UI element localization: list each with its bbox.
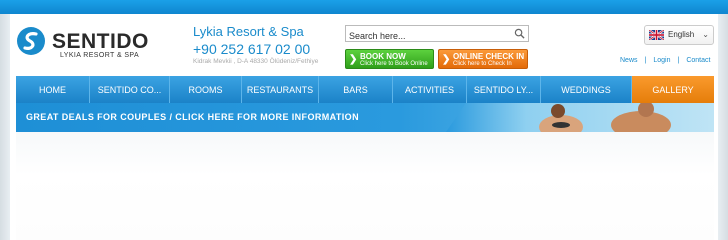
- check-in-label: ONLINE CHECK IN: [453, 52, 525, 61]
- chevron-down-icon: ⌄: [702, 30, 709, 39]
- logo-subtitle: LYKIA RESORT & SPA: [60, 52, 140, 59]
- search-icon[interactable]: [514, 28, 525, 39]
- promo-banner-text: GREAT DEALS FOR COUPLES / CLICK HERE FOR…: [26, 112, 359, 122]
- nav-item-home[interactable]: HOME: [16, 76, 90, 103]
- online-check-in-button[interactable]: ❯ ONLINE CHECK IN Click here to Check In: [438, 49, 528, 69]
- language-label: English: [668, 30, 695, 39]
- nav-item-rooms[interactable]: ROOMS: [170, 76, 242, 103]
- login-link[interactable]: Login: [653, 57, 670, 64]
- site-logo[interactable]: SENTIDO LYKIA RESORT & SPA: [16, 26, 156, 62]
- promo-banner[interactable]: GREAT DEALS FOR COUPLES / CLICK HERE FOR…: [16, 103, 714, 132]
- book-now-sublabel: Click here to Book Online: [360, 61, 428, 67]
- nav-item-sentido-ly[interactable]: SENTIDO LY...: [467, 76, 541, 103]
- news-link[interactable]: News: [620, 57, 638, 64]
- nav-item-sentido-co[interactable]: SENTIDO CO...: [90, 76, 170, 103]
- page-left-edge: [0, 14, 10, 240]
- resort-address: Kidrak Mevkii , D-A 48330 Ölüdeniz/Fethi…: [193, 58, 319, 65]
- page-right-edge: [718, 14, 728, 240]
- window-top-strip: [0, 0, 728, 14]
- logo-wordmark: SENTIDO: [52, 30, 149, 53]
- separator: |: [677, 57, 680, 64]
- search-input[interactable]: [346, 28, 506, 44]
- page-container: SENTIDO LYKIA RESORT & SPA Lykia Resort …: [10, 14, 718, 240]
- contact-link[interactable]: Contact: [686, 57, 710, 64]
- main-nav: HOME SENTIDO CO... ROOMS RESTAURANTS BAR…: [16, 76, 714, 103]
- nav-item-weddings[interactable]: WEDDINGS: [541, 76, 632, 103]
- nav-item-restaurants[interactable]: RESTAURANTS: [242, 76, 319, 103]
- nav-item-bars[interactable]: BARS: [319, 76, 393, 103]
- chevron-right-icon: ❯: [442, 54, 451, 65]
- search-box: [345, 25, 529, 44]
- hero-image: [16, 132, 714, 240]
- book-now-label: BOOK NOW: [360, 52, 406, 61]
- nav-item-gallery[interactable]: GALLERY: [632, 76, 714, 103]
- resort-title: Lykia Resort & Spa: [193, 24, 304, 39]
- couple-photo-image: [446, 103, 714, 132]
- book-now-button[interactable]: ❯ BOOK NOW Click here to Book Online: [345, 49, 434, 69]
- nav-item-activities[interactable]: ACTIVITIES: [393, 76, 467, 103]
- check-in-sublabel: Click here to Check In: [453, 61, 512, 67]
- chevron-right-icon: ❯: [349, 54, 358, 65]
- language-select[interactable]: English ⌄: [644, 25, 714, 45]
- resort-phone: +90 252 617 02 00: [193, 41, 311, 57]
- sentido-logo-icon: [17, 27, 45, 55]
- separator: |: [644, 57, 647, 64]
- uk-flag-icon: [649, 30, 664, 40]
- top-links: News | Login | Contact: [620, 57, 710, 64]
